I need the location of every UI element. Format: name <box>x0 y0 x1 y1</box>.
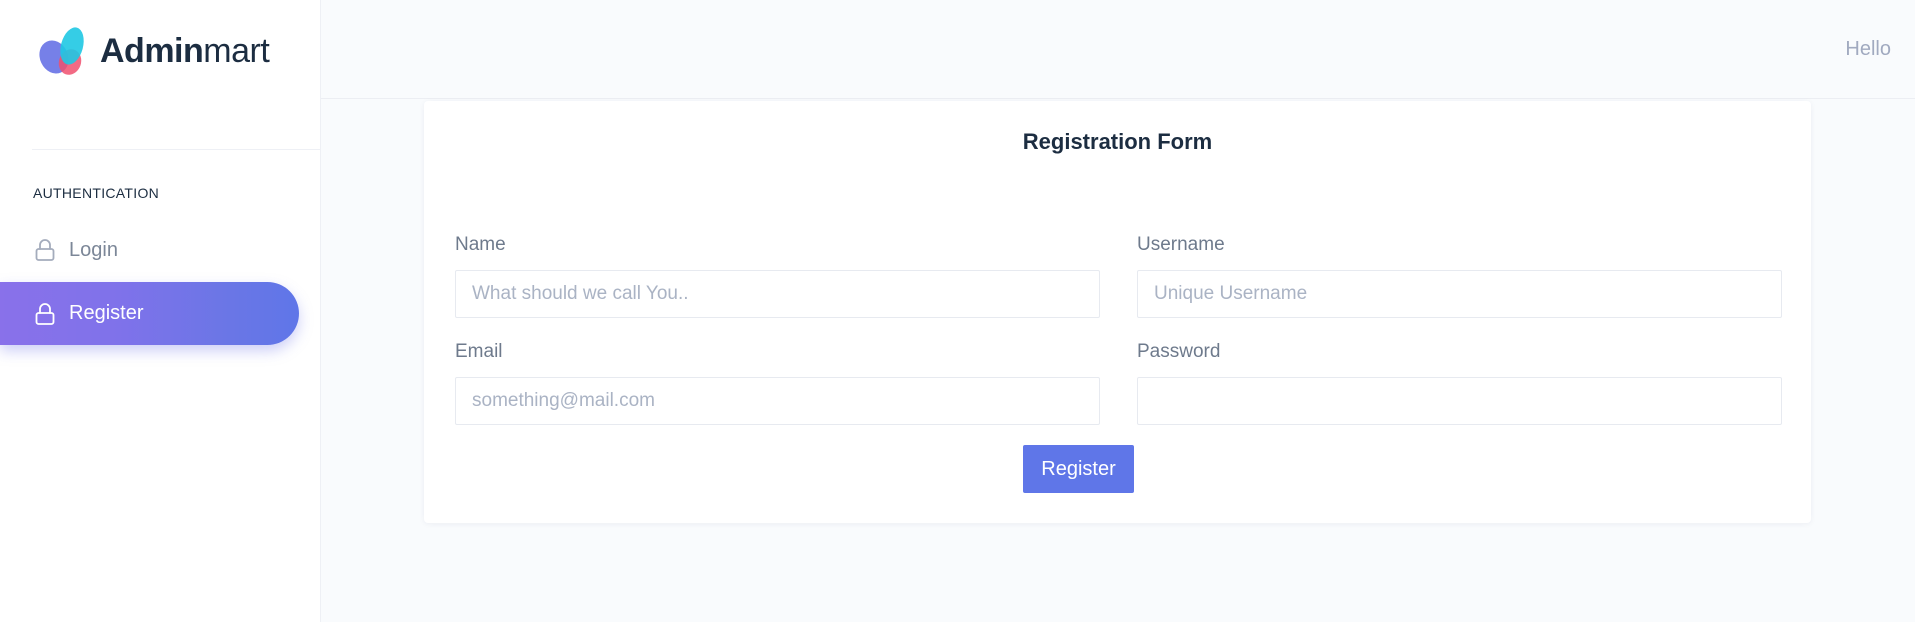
sidebar-item-label: Login <box>69 238 118 261</box>
sidebar-divider <box>32 149 321 150</box>
topbar: Hello <box>321 0 1915 99</box>
sidebar: Adminmart AUTHENTICATION Login Register <box>0 0 321 622</box>
brand-name-bold: Admin <box>100 31 204 70</box>
brand-logo[interactable]: Adminmart <box>32 24 270 78</box>
form-title: Registration Form <box>1022 129 1213 154</box>
butterfly-logo-icon <box>39 27 84 75</box>
brand-name-light: mart <box>203 31 270 70</box>
sidebar-item-register[interactable]: Register <box>0 282 299 345</box>
username-input[interactable] <box>1137 270 1782 318</box>
lock-icon <box>35 302 55 325</box>
email-label: Email <box>455 341 503 362</box>
sidebar-section-heading: AUTHENTICATION <box>33 185 160 201</box>
password-label: Password <box>1137 341 1221 362</box>
password-input[interactable] <box>1137 377 1782 425</box>
email-input[interactable] <box>455 377 1100 425</box>
sidebar-item-label: Register <box>69 302 144 324</box>
brand-name: Adminmart <box>100 31 270 71</box>
name-input[interactable] <box>455 270 1100 318</box>
name-label: Name <box>455 234 506 255</box>
register-button[interactable]: Register <box>1023 445 1134 493</box>
username-label: Username <box>1137 234 1225 255</box>
registration-card: Registration Form Name Username Email Pa… <box>424 101 1811 523</box>
user-greeting[interactable]: Hello <box>1845 38 1891 61</box>
lock-icon <box>35 239 55 261</box>
sidebar-item-login[interactable]: Login <box>33 234 118 266</box>
